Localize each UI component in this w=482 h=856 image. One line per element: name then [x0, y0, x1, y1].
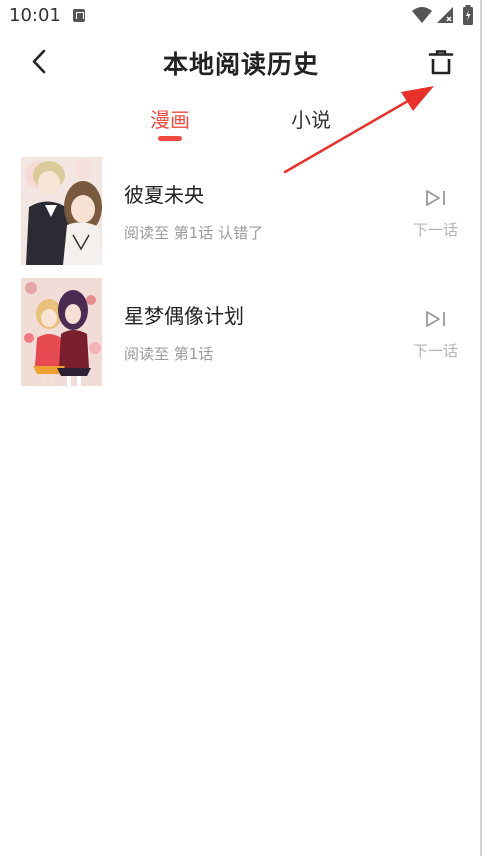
delete-history-button[interactable] [426, 48, 456, 78]
battery-icon [463, 5, 473, 25]
tab-bar: 漫画 小说 [0, 100, 482, 144]
wifi-icon [412, 7, 432, 23]
item-title: 彼夏未央 [124, 183, 204, 207]
cover-image[interactable] [21, 278, 102, 386]
cover-image[interactable] [21, 157, 102, 265]
list-item[interactable]: 星梦偶像计划 阅读至 第1话 下一话 [0, 276, 482, 388]
list-item[interactable]: 彼夏未央 阅读至 第1话 认错了 下一话 [0, 155, 482, 267]
next-chapter-label: 下一话 [413, 342, 459, 360]
play-next-icon [426, 190, 445, 206]
play-next-icon [426, 311, 445, 327]
notification-a-icon [73, 9, 85, 22]
status-time: 10:01 [9, 5, 61, 26]
screen: 10:01 本地阅读历史 漫画 小说 彼夏未央 阅读至 第1话 认错了 下一话 … [0, 0, 482, 856]
tab-comics[interactable]: 漫画 [150, 104, 190, 133]
tab-indicator [158, 136, 182, 141]
page-title: 本地阅读历史 [162, 50, 319, 79]
trash-icon [428, 50, 454, 75]
status-bar: 10:01 [0, 0, 482, 32]
tab-novels[interactable]: 小说 [291, 104, 331, 133]
item-progress: 阅读至 第1话 认错了 [124, 224, 264, 242]
item-progress: 阅读至 第1话 [124, 345, 214, 363]
next-chapter-label: 下一话 [413, 221, 459, 239]
signal-icon [437, 7, 453, 23]
next-chapter-button[interactable]: 下一话 [410, 185, 464, 241]
item-title: 星梦偶像计划 [124, 304, 244, 328]
next-chapter-button[interactable]: 下一话 [410, 306, 464, 362]
